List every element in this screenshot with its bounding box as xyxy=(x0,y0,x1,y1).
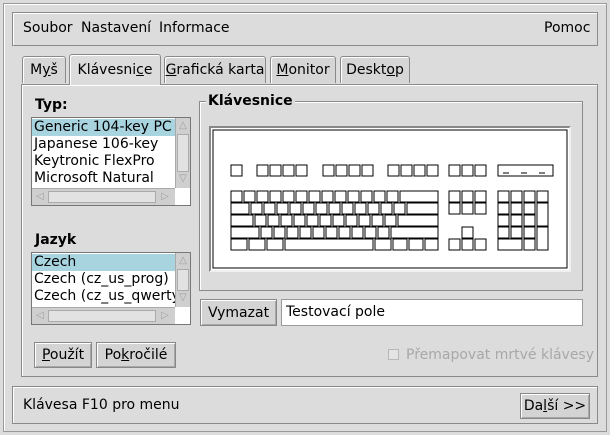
tab-label: Myš xyxy=(30,62,58,78)
scroll-right-icon[interactable]: ▷ xyxy=(158,309,172,323)
keyboard-group-title: Klávesnice xyxy=(206,93,295,109)
remap-dead-keys-checkbox[interactable] xyxy=(388,349,399,360)
tab-label: Klávesnice xyxy=(77,62,153,78)
test-field[interactable]: Testovací pole xyxy=(281,299,583,326)
list-item[interactable]: Japanese 106-key xyxy=(32,136,175,153)
type-label: Typ: xyxy=(35,97,68,113)
advanced-button[interactable]: Pokročilé xyxy=(96,342,176,368)
next-button-label: Další >> xyxy=(523,398,587,414)
language-list[interactable]: Czech Czech (cz_us_prog) Czech (cz_us_qw… xyxy=(31,252,191,325)
scroll-right-icon[interactable]: ▷ xyxy=(158,190,172,204)
keyboard-preview xyxy=(209,126,571,272)
scroll-down-icon[interactable]: ▽ xyxy=(176,172,190,186)
keyboard-type-list[interactable]: Generic 104-key PC Japanese 106-key Keyt… xyxy=(31,117,191,206)
scroll-thumb[interactable] xyxy=(48,310,156,322)
scroll-thumb[interactable] xyxy=(177,269,189,291)
scroll-left-icon[interactable]: ◁ xyxy=(33,190,47,204)
menu-item-help[interactable]: Pomoc xyxy=(544,20,590,36)
clear-button[interactable]: Vymazat xyxy=(200,299,277,326)
keyboard-layout-icon xyxy=(212,129,568,269)
vertical-scrollbar[interactable]: △ ▽ xyxy=(175,253,190,307)
scroll-thumb[interactable] xyxy=(48,191,156,203)
menu-item-informace[interactable]: Informace xyxy=(159,20,230,36)
tab-keyboard[interactable]: Klávesnice xyxy=(69,54,161,85)
list-item[interactable]: Czech (cz_us_qwerty) xyxy=(32,288,175,305)
list-item[interactable]: Czech (cz_us_prog) xyxy=(32,271,175,288)
scroll-up-icon[interactable]: △ xyxy=(176,119,190,133)
tab-graphics-card[interactable]: Grafická karta xyxy=(164,56,266,83)
scroll-left-icon[interactable]: ◁ xyxy=(33,309,47,323)
language-label: Jazyk xyxy=(35,232,77,248)
list-item[interactable]: Microsoft Natural xyxy=(32,170,175,187)
next-button[interactable]: Další >> xyxy=(520,393,590,419)
menu-item-soubor[interactable]: Soubor xyxy=(23,20,73,36)
menu-item-nastaveni[interactable]: Nastavení xyxy=(81,20,151,36)
apply-button-label: Použít xyxy=(41,347,85,363)
advanced-button-label: Pokročilé xyxy=(104,347,168,363)
scroll-thumb[interactable] xyxy=(177,134,189,172)
status-hint: Klávesa F10 pro menu xyxy=(23,397,180,413)
scroll-down-icon[interactable]: ▽ xyxy=(176,291,190,305)
scroll-up-icon[interactable]: △ xyxy=(176,254,190,268)
tab-desktop[interactable]: Desktop xyxy=(340,56,410,83)
tab-label: Desktop xyxy=(346,62,404,78)
tab-label: Monitor xyxy=(276,62,330,78)
apply-button[interactable]: Použít xyxy=(34,342,92,368)
list-item[interactable]: Czech xyxy=(32,254,175,271)
tab-label: Grafická karta xyxy=(165,62,265,78)
horizontal-scrollbar[interactable]: ◁ ▷ xyxy=(32,188,175,205)
vertical-scrollbar[interactable]: △ ▽ xyxy=(175,118,190,188)
horizontal-scrollbar[interactable]: ◁ ▷ xyxy=(32,307,175,324)
remap-dead-keys-label: Přemapovat mrtvé klávesy xyxy=(406,347,595,363)
tab-mouse[interactable]: Myš xyxy=(22,56,66,83)
list-item[interactable]: Generic 104-key PC xyxy=(32,119,175,136)
tab-monitor[interactable]: Monitor xyxy=(270,56,336,83)
list-item[interactable]: Keytronic FlexPro xyxy=(32,153,175,170)
